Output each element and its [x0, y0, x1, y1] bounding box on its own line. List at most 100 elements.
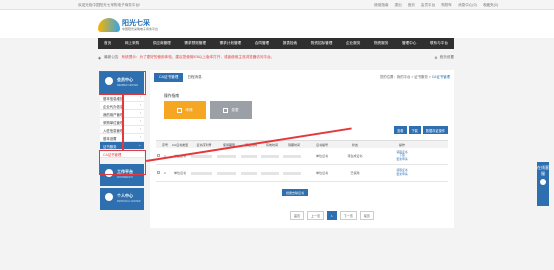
annotation-arrow-down [122, 95, 124, 150]
sun-logo-icon [98, 18, 120, 32]
chevron-right-icon: › [139, 135, 141, 139]
personal-center-title: 个人中心 [117, 193, 133, 198]
row-issuer-redacted [241, 154, 261, 158]
last-page-button[interactable]: 尾页 [359, 211, 374, 220]
col-status: 状态 [351, 142, 358, 147]
sidebar-item-label: 我的用户管理 [103, 113, 124, 117]
download-button[interactable]: 下载 [408, 126, 421, 134]
home-settings-label: 首页设置 [439, 55, 454, 59]
nav-item[interactable]: 首页 [104, 41, 111, 46]
prev-page-button[interactable]: 上一页 [307, 211, 325, 220]
nav-item[interactable]: 供应商管理 [153, 41, 171, 46]
nav-item[interactable]: 企业服务 [346, 41, 360, 46]
chat-icon [540, 179, 546, 185]
change-button[interactable]: 变更 [210, 101, 252, 119]
guide-link[interactable]: 使用指南 [374, 3, 388, 8]
logout-link[interactable]: 退出 [395, 3, 402, 8]
table-header: 序号 CA证书类型 证书序列号 使用期限 颁发机构 有效时间 到期时间 证书编号… [156, 141, 448, 148]
online-service-float[interactable]: 在线客服 [537, 162, 549, 206]
nav-item[interactable]: 网上采购 [125, 41, 139, 46]
annotation-box-member [99, 71, 146, 95]
row-ops: 领取证书 下载 更新申请 [371, 150, 433, 162]
chevron-right-icon: › [139, 119, 141, 123]
online-service-label: 在线客服 [537, 165, 549, 176]
batch-remove-button[interactable]: 批量去除证书 [282, 189, 309, 196]
table-toolbar: 查看 下载 数据存证操作 [394, 126, 448, 134]
nav-item[interactable]: 报表检索 [283, 41, 297, 46]
evidence-button[interactable]: 数据存证操作 [422, 126, 448, 134]
chevron-right-icon: › [139, 95, 141, 99]
update-apply-link[interactable]: 更新申请 [396, 157, 407, 161]
chevron-right-icon: › [139, 111, 141, 115]
edit-icon [223, 107, 229, 113]
row-issuer-redacted [241, 171, 261, 175]
sidebar-item-label: 基本信息维护 [103, 97, 124, 101]
breadcrumb-current[interactable]: CA证书管理 [432, 75, 450, 79]
nav-item[interactable]: 联系与平台 [430, 41, 448, 46]
person-icon [105, 193, 113, 201]
sidebar-item-label: 入驻信息管理 [103, 129, 124, 133]
next-page-button[interactable]: 下一页 [339, 211, 357, 220]
nav-item[interactable]: 需求预测管理 [184, 41, 206, 46]
apply-button[interactable]: 申请 [164, 101, 206, 119]
message-link[interactable]: 消息中心(0) [458, 3, 477, 8]
main-nav: 首页 网上采购 供应商管理 需求预测管理 需求计划管理 合同管理 报表检索 物资… [98, 38, 454, 49]
nav-item[interactable]: 管理中心 [402, 41, 416, 46]
nav-item[interactable]: 合同管理 [255, 41, 269, 46]
main-panel: CA证书管理 日程消息 您的位置：我的平台 > 证书服务 > CA证书管理 操作… [150, 70, 454, 228]
table-row: 2 单位证书 单位证书 已使用 领取证书 更新申请 [156, 165, 448, 182]
top-bar: 欢迎光临中国阳光七采购电子商务平台! 使用指南 退出 首页 会员平台 购物车 消… [0, 0, 554, 10]
view-button[interactable]: 查看 [394, 126, 407, 134]
announcement-text: 系统提示：为了更好的使用体验，建议您使用IE8以上版本打开，或者使用主流浏览器访… [121, 55, 275, 59]
col-valid: 有效时间 [265, 142, 278, 147]
tab-schedule[interactable]: 日程消息 [187, 75, 201, 80]
personal-center-block[interactable]: 个人中心 PERSONAL CENTER [100, 188, 144, 210]
pagination: 首页 上一页 1 下一页 尾页 [290, 211, 374, 220]
sidebar-item-label: 采购单位管理 [103, 121, 124, 125]
nav-item[interactable]: 需求计划管理 [220, 41, 242, 46]
row-term-redacted [217, 154, 241, 158]
col-expire: 到期时间 [287, 142, 300, 147]
cert-table: 序号 CA证书类型 证书序列号 使用期限 颁发机构 有效时间 到期时间 证书编号… [156, 140, 448, 182]
sidebar-item-label: 基本设置 [103, 137, 117, 141]
tab-ca-cert[interactable]: CA证书管理 [154, 73, 184, 82]
sidebar-item-label: 企业代办信息 [103, 105, 124, 109]
col-serial: 证书序列号 [196, 142, 212, 147]
row-cert-no: 单位证书 [315, 171, 328, 175]
update-apply-link[interactable]: 更新申请 [396, 172, 407, 176]
header: 阳光七采 中国阳光采购电子商务平台 [0, 10, 554, 38]
nav-item[interactable]: 物资招标管理 [311, 41, 333, 46]
speaker-icon: ◉ [98, 55, 102, 60]
row-cert-no: 单位证书 [315, 154, 328, 158]
col-ops: 操作 [398, 142, 405, 147]
gear-icon: ⚙ [434, 55, 438, 60]
row-status: 已使用 [350, 171, 360, 175]
page-1-button[interactable]: 1 [327, 211, 337, 220]
row-serial-redacted [191, 171, 217, 175]
chevron-right-icon: › [139, 103, 141, 107]
cart-link[interactable]: 购物车 [441, 3, 452, 8]
member-platform-link[interactable]: 会员平台 [421, 3, 435, 8]
row-type: 单位证书 [173, 171, 186, 175]
row-term-redacted [217, 171, 241, 175]
favorites-link[interactable]: 收藏夹(0) [483, 3, 498, 8]
row-exp-redacted [283, 154, 305, 158]
site-logo[interactable]: 阳光七采 中国阳光采购电子商务平台 [98, 14, 158, 34]
apply-label: 申请 [185, 107, 193, 112]
top-links: 使用指南 退出 首页 会员平台 购物车 消息中心(0) 收藏夹(0) [374, 3, 498, 8]
annotation-box-cert [99, 150, 146, 175]
col-no: 序号 [161, 142, 168, 147]
breadcrumb-prefix: 您的位置：我的平台 > 证书服务 > [379, 75, 431, 79]
document-icon [177, 107, 183, 113]
home-link[interactable]: 首页 [408, 3, 415, 8]
announcement-label: 最新公告 [104, 55, 119, 59]
workbench-sub: WORKBENCH [117, 176, 133, 179]
section-title: 操作指南 [164, 94, 180, 98]
sidebar-section-label: 证书服务 [103, 145, 117, 149]
chevron-right-icon: › [139, 127, 141, 131]
nav-item[interactable]: 物资服务 [374, 41, 388, 46]
home-settings[interactable]: ⚙ 首页设置 [434, 55, 454, 60]
first-page-button[interactable]: 首页 [290, 211, 305, 220]
chevron-down-icon: ⌄ [138, 143, 141, 147]
row-exp-redacted [283, 171, 305, 175]
